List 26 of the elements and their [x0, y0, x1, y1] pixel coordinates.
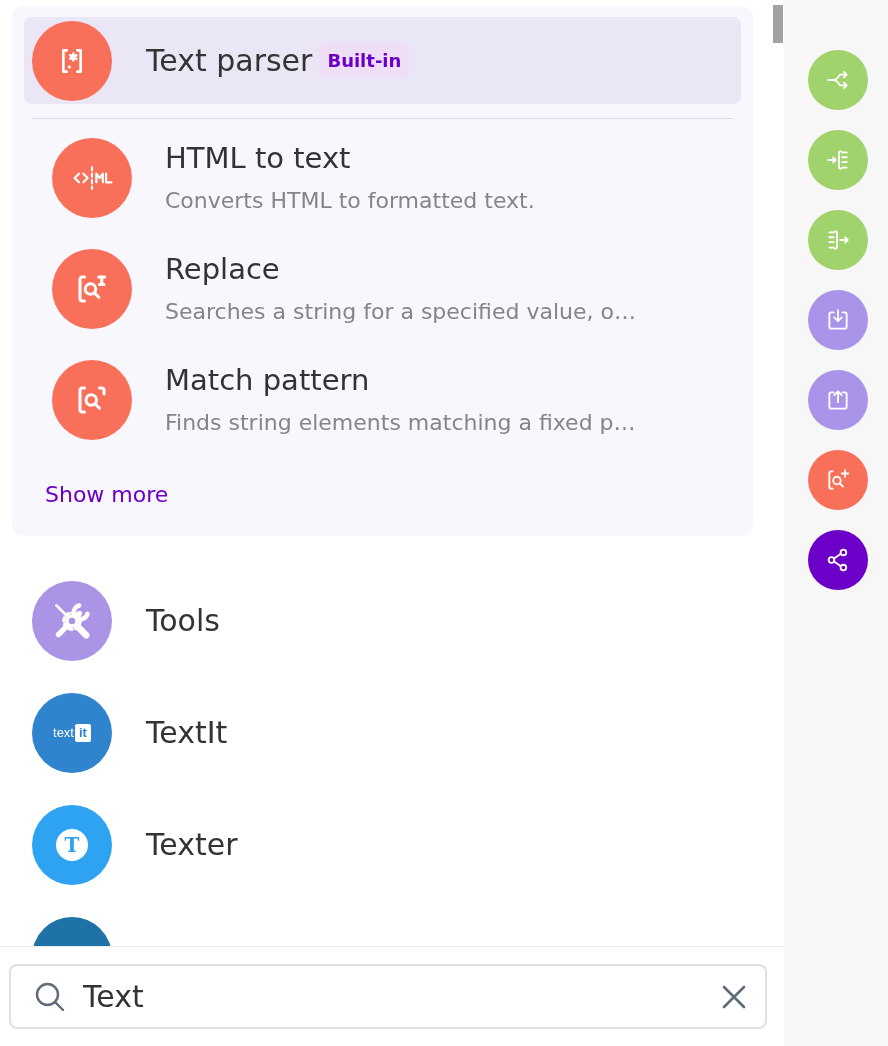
logo-text: text: [53, 725, 74, 741]
app-title: Tools: [146, 603, 220, 639]
app-title: Texter: [146, 827, 238, 863]
module-title: HTML to text: [165, 139, 352, 176]
close-icon[interactable]: [722, 985, 746, 1009]
list-arrow-out-icon[interactable]: [808, 210, 868, 270]
tray-download-icon[interactable]: [808, 290, 868, 350]
scrollbar-thumb[interactable]: [773, 5, 783, 43]
module-description: Searches a string for a specified value, o…: [165, 297, 636, 326]
tray-upload-icon[interactable]: [808, 370, 868, 430]
arrow-into-list-icon[interactable]: [808, 130, 868, 190]
search-icon: [35, 982, 65, 1012]
app-title: TextIt: [146, 715, 228, 751]
module-description: Finds string elements matching a fixed p…: [165, 408, 636, 437]
show-more-link[interactable]: Show more: [45, 480, 169, 510]
built-in-badge: Built-in: [319, 43, 410, 78]
app-title: Text parser: [146, 42, 313, 79]
module-title: Match pattern: [165, 361, 371, 398]
logo-text: T: [56, 829, 88, 861]
search-field[interactable]: Text: [9, 964, 767, 1029]
list-item[interactable]: Text parser Built-in: [24, 17, 741, 104]
logo-text: it: [75, 724, 91, 742]
share-icon[interactable]: [808, 530, 868, 590]
module-description: Converts HTML to formatted text.: [165, 186, 535, 215]
module-title: Replace: [165, 250, 281, 287]
search-plus-icon[interactable]: [808, 450, 868, 510]
